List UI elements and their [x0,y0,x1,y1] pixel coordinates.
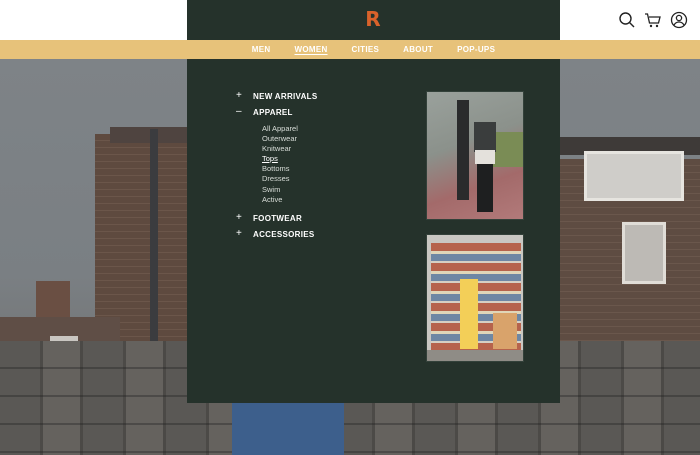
photo-model-skirt [475,150,495,164]
photo-model-legs [477,164,493,212]
subcategory-tops[interactable]: Tops [262,154,278,163]
nav-item-cities[interactable]: CITIES [352,40,380,59]
promo-photo-newsstand[interactable] [426,234,524,362]
bg-window-right-upper [584,151,684,201]
nav-item-about[interactable]: ABOUT [403,40,433,59]
category-label: ACCESSORIES [253,229,315,239]
account-icon[interactable] [670,11,688,29]
bg-window-right-lower [622,222,666,284]
category-label: FOOTWEAR [253,213,303,223]
photo-model-top [474,122,496,152]
bg-pipe [150,129,158,359]
expand-icon: + [236,228,242,239]
nav-item-pop-ups[interactable]: POP-UPS [457,40,495,59]
nav-item-women[interactable]: WOMEN [294,40,327,59]
subcategory-bottoms[interactable]: Bottoms [262,164,290,173]
subcategory-all-apparel[interactable]: All Apparel [262,124,298,133]
main-nav: MEN WOMEN CITIES ABOUT POP-UPS [0,40,700,59]
bg-chimney [36,281,70,321]
subcategory-knitwear[interactable]: Knitwear [262,144,291,153]
subcategory-active[interactable]: Active [262,195,282,204]
category-label: APPAREL [253,107,293,117]
subcategory-outerwear[interactable]: Outerwear [262,134,297,143]
photo-pole [457,100,469,200]
category-label: NEW ARRIVALS [253,91,318,101]
photo-model-crouching [493,313,517,349]
expand-icon: + [236,212,242,223]
expand-icon: + [236,90,242,101]
category-footwear[interactable]: + FOOTWEAR [236,213,302,223]
header-icons [618,11,688,29]
women-mega-menu: + NEW ARRIVALS – APPAREL All Apparel Out… [187,59,560,403]
brand-logo[interactable]: R [364,8,382,30]
nav-item-men[interactable]: MEN [252,40,271,59]
promo-photo-street[interactable] [426,91,524,220]
nav-items: MEN WOMEN CITIES ABOUT POP-UPS [187,40,560,59]
search-icon[interactable] [618,11,636,29]
cart-icon[interactable] [644,11,662,29]
header-logo-panel: R [187,0,560,40]
category-apparel[interactable]: – APPAREL [236,107,293,117]
photo-model-standing [460,279,478,349]
bg-jeans [232,403,344,455]
site-header: R [0,0,700,40]
photo-floor [427,350,523,361]
category-accessories[interactable]: + ACCESSORIES [236,229,315,239]
subcategory-dresses[interactable]: Dresses [262,174,290,183]
collapse-icon: – [236,106,242,117]
category-new-arrivals[interactable]: + NEW ARRIVALS [236,91,318,101]
subcategory-swim[interactable]: Swim [262,185,280,194]
